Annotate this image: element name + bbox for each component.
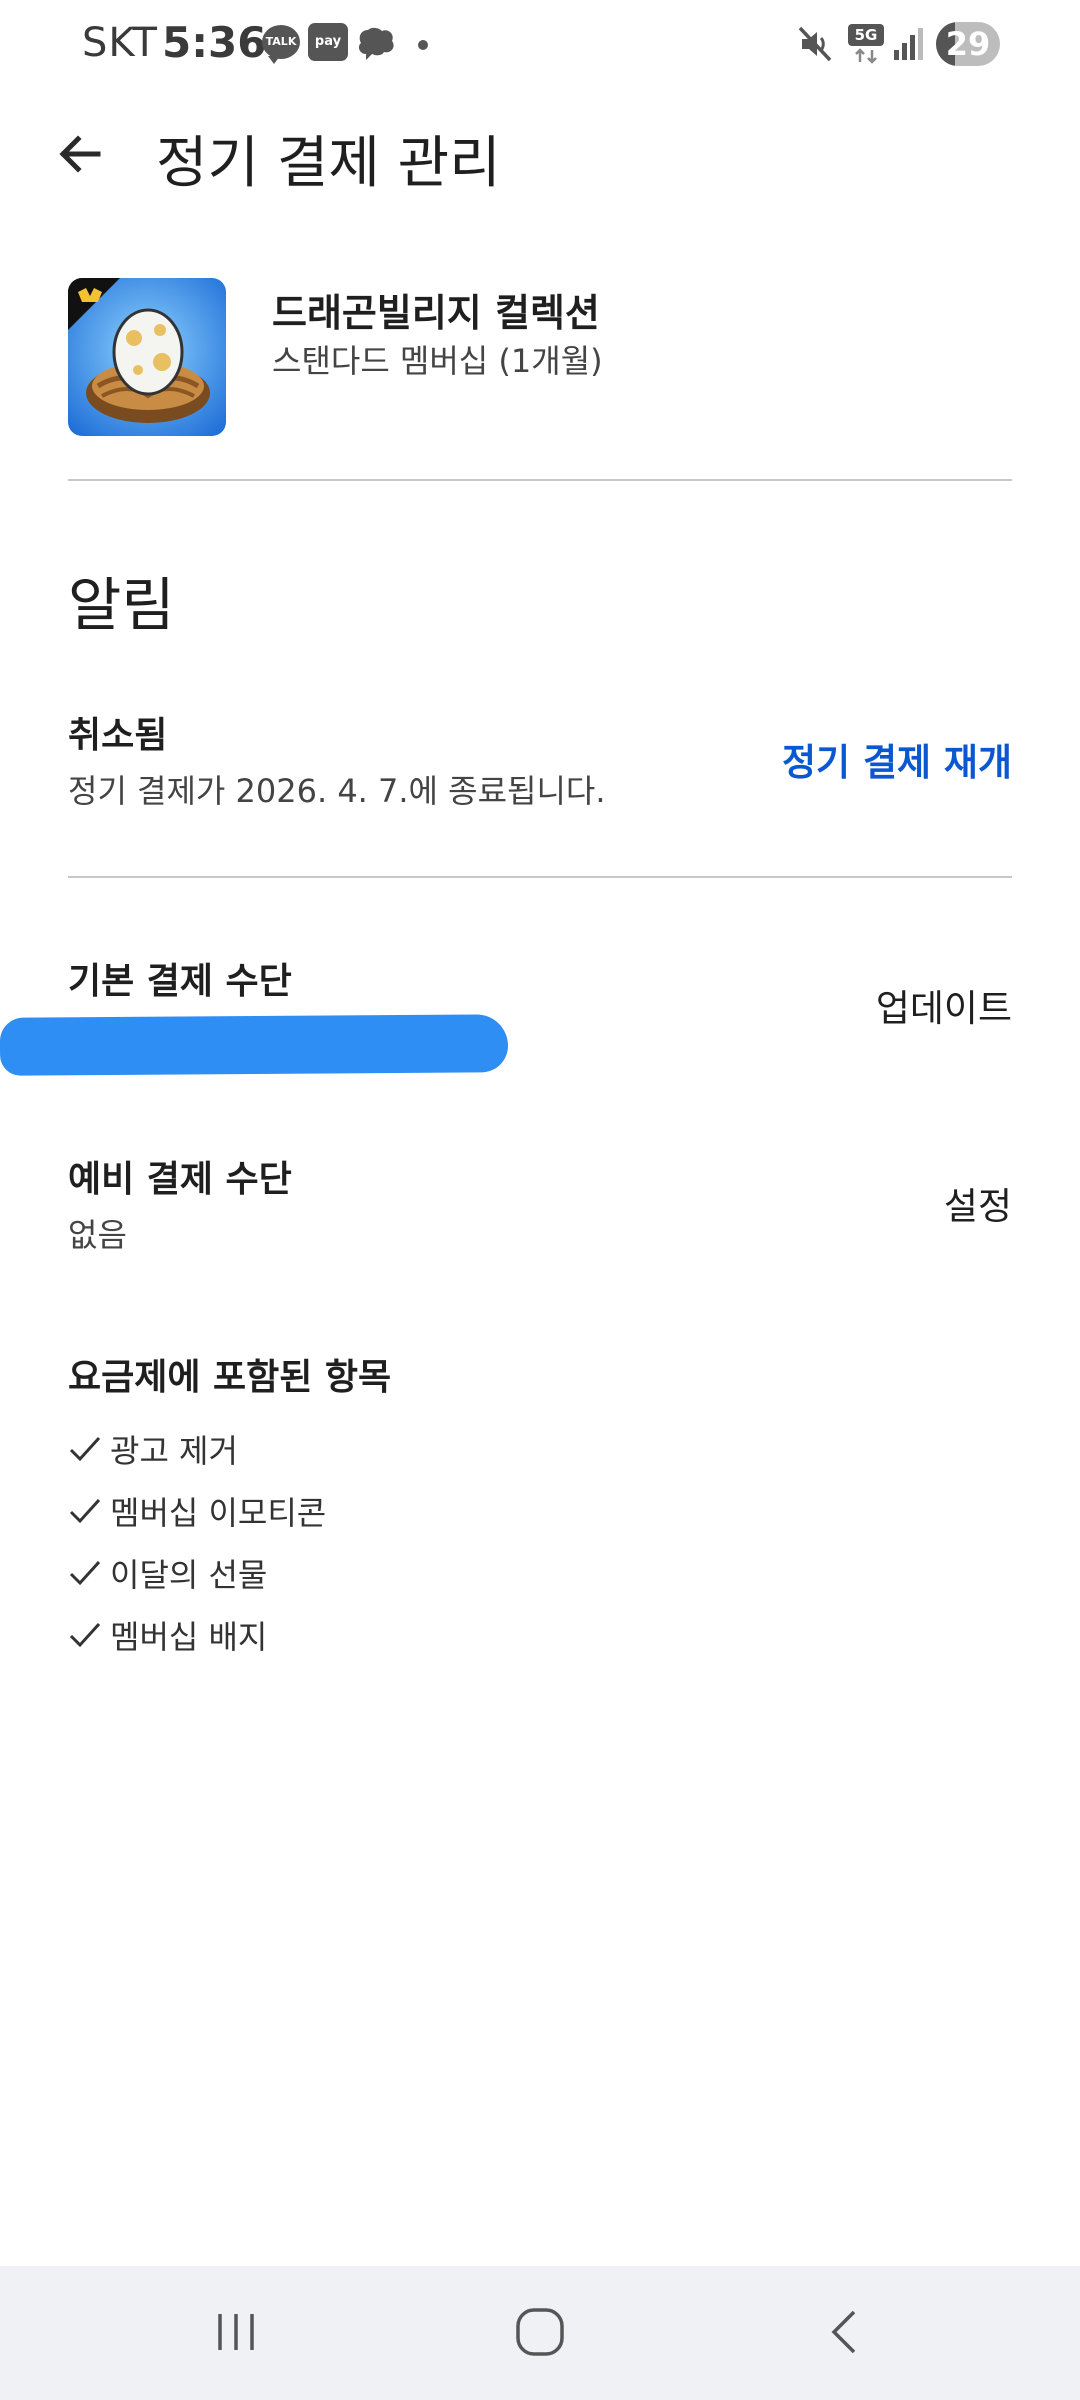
page-title: 정기 결제 관리 [156, 131, 501, 196]
backup-payment-value: 없음 [68, 1216, 127, 1254]
list-item: 멤버십 배지 [68, 1612, 267, 1658]
kakaotalk-notification-icon: TALK [262, 25, 300, 64]
divider [68, 479, 1012, 481]
home-icon [516, 2308, 564, 2356]
list-item: 이달의 선물 [68, 1550, 267, 1596]
5g-network-icon: 5G [848, 24, 884, 64]
checkmark-icon [69, 1560, 101, 1586]
back-button[interactable] [48, 122, 112, 186]
set-backup-payment-button[interactable]: 설정 [944, 1176, 1012, 1230]
signal-strength-icon [894, 28, 923, 60]
app-icon [68, 278, 226, 436]
redacted-payment-details [0, 1014, 509, 1076]
primary-payment-title: 기본 결제 수단 [68, 961, 292, 1002]
notifications-heading: 알림 [68, 571, 175, 639]
mute-icon [798, 26, 832, 62]
app-name: 드래곤빌리지 컬렉션 [272, 291, 600, 335]
more-notifications-dot-icon [418, 40, 428, 50]
battery-indicator: 29 [936, 22, 1000, 66]
checkmark-icon [69, 1436, 101, 1462]
benefit-label: 멤버십 이모티콘 [110, 1494, 327, 1532]
cancelled-status-detail: 정기 결제가 2026. 4. 7.에 종료됩니다. [68, 772, 606, 810]
battery-percent: 29 [945, 25, 991, 63]
clock: 5:36 [162, 18, 267, 67]
home-button[interactable] [500, 2296, 580, 2368]
checkmark-icon [69, 1498, 101, 1524]
recent-apps-button[interactable] [196, 2296, 276, 2368]
recent-apps-icon [218, 2314, 254, 2350]
divider [68, 876, 1012, 878]
list-item: 멤버십 이모티콘 [68, 1488, 326, 1534]
benefit-label: 광고 제거 [110, 1432, 238, 1470]
resume-subscription-button[interactable]: 정기 결제 재개 [782, 732, 1012, 786]
status-bar: SKT 5:36 TALK pay 5G 29 [0, 0, 1080, 92]
pay-notification-icon: pay [308, 23, 348, 61]
plan-includes-heading: 요금제에 포함된 항목 [68, 1357, 392, 1398]
back-chevron-icon [831, 2310, 856, 2354]
data-arrows-icon [855, 48, 877, 64]
benefit-label: 이달의 선물 [110, 1556, 268, 1594]
system-back-button[interactable] [804, 2296, 884, 2368]
list-item: 광고 제거 [68, 1426, 238, 1472]
subscription-plan: 스탠다드 멤버십 (1개월) [272, 342, 603, 380]
backup-payment-title: 예비 결제 수단 [68, 1159, 292, 1200]
cancelled-status-title: 취소됨 [68, 715, 168, 756]
update-payment-button[interactable]: 업데이트 [876, 978, 1012, 1032]
checkmark-icon [69, 1622, 101, 1648]
dragon-egg-app-icon [68, 278, 226, 436]
benefit-label: 멤버십 배지 [110, 1618, 268, 1656]
carrier-label: SKT [82, 20, 158, 66]
arrow-left-icon [59, 135, 101, 173]
5g-label: 5G [848, 24, 884, 46]
message-cloud-icon [358, 27, 394, 60]
